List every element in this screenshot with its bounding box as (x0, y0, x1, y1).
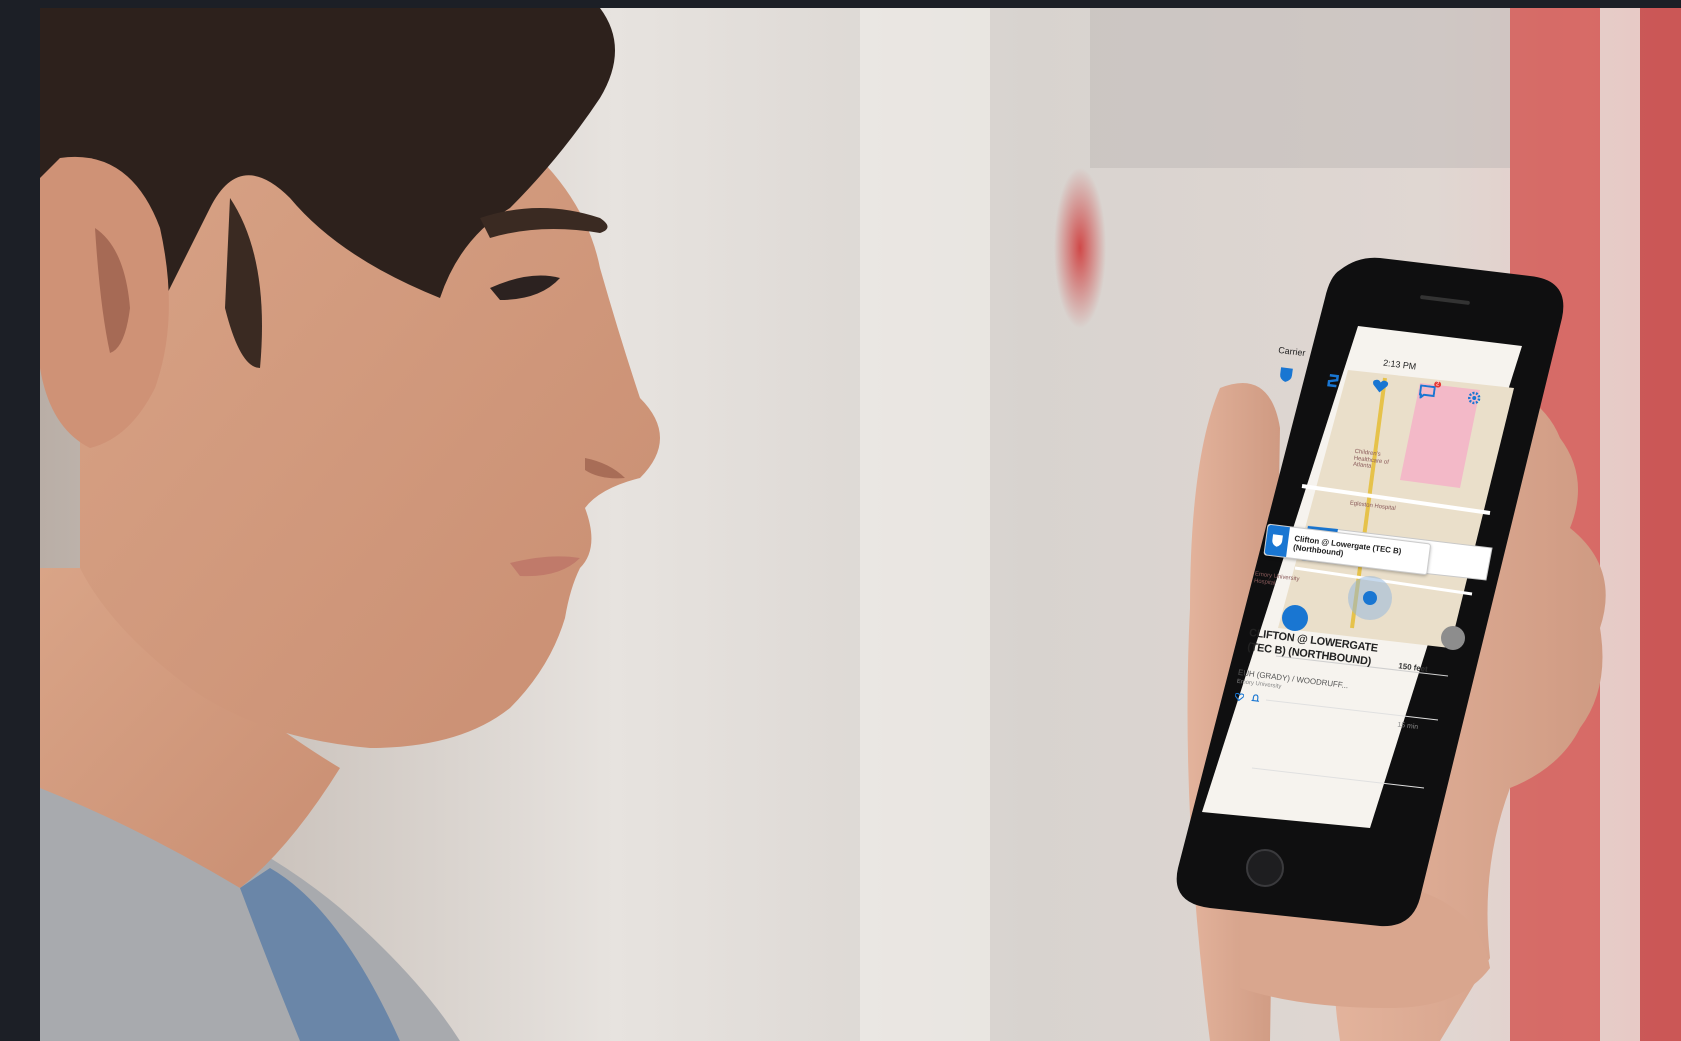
route-eta: 15 min (1396, 721, 1419, 732)
stop-badge-icon (1264, 524, 1290, 557)
map-label-childrens-hospital: Children's Healthcare of Atlanta (1352, 448, 1390, 470)
background-column (860, 8, 990, 1041)
stop-detail-panel[interactable]: CLIFTON @ LOWERGATE (TEC B) (NORTHBOUND)… (1224, 625, 1430, 732)
photo-frame: Carrier 2:13 PM 2 Children's Healthcare … (40, 8, 1681, 1041)
map-view[interactable]: Children's Healthcare of Atlanta Eglesto… (1236, 389, 1467, 639)
background-red-pillar-right (1640, 8, 1681, 1041)
gear-icon[interactable] (1464, 388, 1484, 408)
route-row[interactable]: EUH (GRADY) / WOODRUFF... Emory Universi… (1224, 666, 1425, 728)
status-time: 2:13 PM (1382, 357, 1417, 372)
alert-bell-icon[interactable] (1250, 689, 1260, 708)
map-label-egleston-hospital: Egleston Hospital (1349, 500, 1397, 513)
chat-icon[interactable]: 2 (1417, 381, 1442, 402)
background-red-sign (1054, 168, 1106, 328)
shield-icon[interactable] (1276, 365, 1296, 385)
background-ceiling-shadow (1090, 8, 1510, 168)
status-carrier: Carrier (1277, 344, 1307, 359)
notification-badge: 2 (1433, 381, 1442, 388)
heart-icon[interactable] (1370, 376, 1390, 396)
map-label-emory-hospital: Emory University Hospital (1253, 571, 1300, 587)
route-icon[interactable] (1323, 371, 1343, 391)
favorite-heart-icon[interactable] (1234, 687, 1245, 706)
